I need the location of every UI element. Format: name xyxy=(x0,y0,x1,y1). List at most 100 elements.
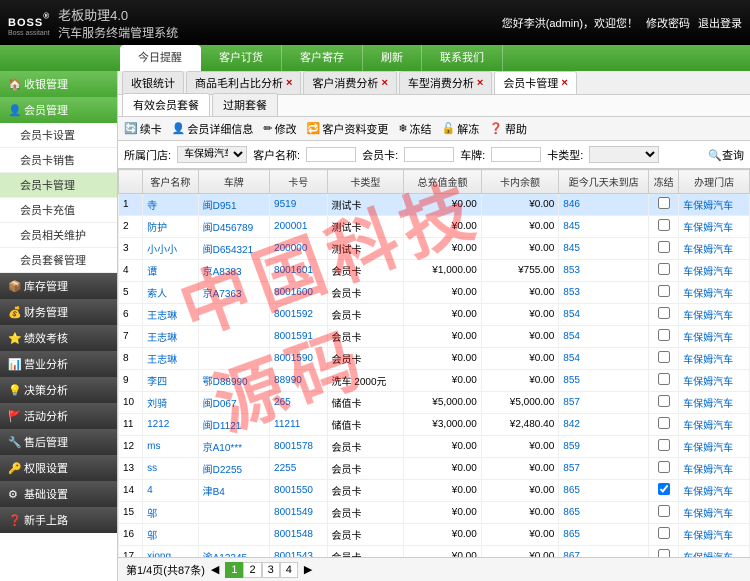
freeze-checkbox[interactable] xyxy=(658,285,670,297)
sel-store[interactable]: 车保姆汽车 xyxy=(177,146,247,163)
inp-card[interactable] xyxy=(404,147,454,162)
side-finance[interactable]: 💰财务管理 xyxy=(0,299,117,325)
pager-prev[interactable]: ◀ xyxy=(211,563,219,576)
pager-next[interactable]: ▶ xyxy=(304,563,312,576)
table-row[interactable]: 16邬8001548会员卡¥0.00¥0.00865车保姆汽车 xyxy=(119,524,750,546)
tb-renew[interactable]: 🔄续卡 xyxy=(124,121,162,137)
tb-freeze[interactable]: ❄冻结 xyxy=(398,121,431,137)
side-package-manage[interactable]: 会员套餐管理 xyxy=(0,248,117,273)
tb-edit[interactable]: ✏修改 xyxy=(263,121,296,137)
col-header[interactable]: 客户名称 xyxy=(143,170,198,194)
freeze-checkbox[interactable] xyxy=(658,395,670,407)
table-row[interactable]: 9李四鄂D8899088990洗车 2000元¥0.00¥0.00855车保姆汽… xyxy=(119,370,750,392)
table-row[interactable]: 12ms京A10***8001578会员卡¥0.00¥0.00859车保姆汽车 xyxy=(119,436,750,458)
sel-type[interactable] xyxy=(589,146,659,163)
subtab-expired[interactable]: 过期套餐 xyxy=(212,93,278,116)
freeze-checkbox[interactable] xyxy=(658,241,670,253)
col-header[interactable]: 总充值金额 xyxy=(404,170,481,194)
col-header[interactable]: 冻结 xyxy=(649,170,679,194)
side-member[interactable]: 👤会员管理 xyxy=(0,97,117,123)
side-business[interactable]: 📊营业分析 xyxy=(0,351,117,377)
nav-order[interactable]: 客户订货 xyxy=(201,45,282,71)
inp-customer[interactable] xyxy=(306,147,356,162)
freeze-checkbox[interactable] xyxy=(658,263,670,275)
freeze-checkbox[interactable] xyxy=(658,527,670,539)
table-row[interactable]: 5索人京A73638001600会员卡¥0.00¥0.00853车保姆汽车 xyxy=(119,282,750,304)
side-member-maint[interactable]: 会员相关维护 xyxy=(0,223,117,248)
nav-today[interactable]: 今日提醒 xyxy=(120,45,201,71)
freeze-checkbox[interactable] xyxy=(658,417,670,429)
table-row[interactable]: 17xiong渝A123458001543会员卡¥0.00¥0.00867车保姆… xyxy=(119,546,750,558)
table-row[interactable]: 3小小小闽D654321200000测试卡¥0.00¥0.00845车保姆汽车 xyxy=(119,238,750,260)
side-permission[interactable]: 🔑权限设置 xyxy=(0,455,117,481)
freeze-checkbox[interactable] xyxy=(658,197,670,209)
freeze-checkbox[interactable] xyxy=(658,329,670,341)
tab-vehicle[interactable]: 车型消费分析× xyxy=(399,71,492,94)
side-performance[interactable]: ⭐绩效考核 xyxy=(0,325,117,351)
btn-query[interactable]: 🔍查询 xyxy=(708,147,744,163)
col-header[interactable] xyxy=(119,170,143,194)
logout-link[interactable]: 退出登录 xyxy=(698,15,742,31)
table-row[interactable]: 2防护闽D456789200001测试卡¥0.00¥0.00845车保姆汽车 xyxy=(119,216,750,238)
side-activity[interactable]: 🚩活动分析 xyxy=(0,403,117,429)
freeze-checkbox[interactable] xyxy=(658,439,670,451)
col-header[interactable]: 距今几天未到店 xyxy=(559,170,649,194)
col-header[interactable]: 卡内余额 xyxy=(481,170,558,194)
side-cashier[interactable]: 🏠收银管理 xyxy=(0,71,117,97)
table-row[interactable]: 6王志琳8001592会员卡¥0.00¥0.00854车保姆汽车 xyxy=(119,304,750,326)
table-row[interactable]: 13ss闽D22552255会员卡¥0.00¥0.00857车保姆汽车 xyxy=(119,458,750,480)
table-row[interactable]: 15邬8001549会员卡¥0.00¥0.00865车保姆汽车 xyxy=(119,502,750,524)
nav-refresh[interactable]: 刷新 xyxy=(363,45,422,71)
col-header[interactable]: 车牌 xyxy=(198,170,269,194)
freeze-checkbox[interactable] xyxy=(658,307,670,319)
col-header[interactable]: 卡号 xyxy=(270,170,327,194)
table-row[interactable]: 1寺闽D9519519测试卡¥0.00¥0.00846车保姆汽车 xyxy=(119,194,750,216)
freeze-checkbox[interactable] xyxy=(658,461,670,473)
side-decision[interactable]: 💡决策分析 xyxy=(0,377,117,403)
table-row[interactable]: 7王志琳8001591会员卡¥0.00¥0.00854车保姆汽车 xyxy=(119,326,750,348)
tab-card-manage[interactable]: 会员卡管理× xyxy=(494,71,576,94)
tab-customer[interactable]: 客户消费分析× xyxy=(303,71,396,94)
inp-plate[interactable] xyxy=(491,147,541,162)
tb-unfreeze[interactable]: 🔓解冻 xyxy=(442,121,480,137)
side-basic[interactable]: ⚙基础设置 xyxy=(0,481,117,507)
close-icon[interactable]: × xyxy=(561,77,567,89)
page-button[interactable]: 2 xyxy=(243,562,261,578)
tb-change[interactable]: 🔁客户资料变更 xyxy=(307,121,389,137)
page-button[interactable]: 1 xyxy=(225,562,243,578)
freeze-checkbox[interactable] xyxy=(658,483,670,495)
side-card-sale[interactable]: 会员卡销售 xyxy=(0,148,117,173)
col-header[interactable]: 卡类型 xyxy=(327,170,404,194)
table-row[interactable]: 10刘骑闽D067265储值卡¥5,000.00¥5,000.00857车保姆汽… xyxy=(119,392,750,414)
close-icon[interactable]: × xyxy=(477,77,483,89)
side-newbie[interactable]: ❓新手上路 xyxy=(0,507,117,533)
subtab-valid[interactable]: 有效会员套餐 xyxy=(122,93,210,116)
freeze-checkbox[interactable] xyxy=(658,373,670,385)
freeze-checkbox[interactable] xyxy=(658,549,670,557)
side-aftersale[interactable]: 🔧售后管理 xyxy=(0,429,117,455)
freeze-checkbox[interactable] xyxy=(658,351,670,363)
tb-help[interactable]: ❓帮助 xyxy=(489,121,527,137)
change-password-link[interactable]: 修改密码 xyxy=(646,15,690,31)
nav-deposit[interactable]: 客户寄存 xyxy=(282,45,363,71)
freeze-checkbox[interactable] xyxy=(658,505,670,517)
data-grid[interactable]: 客户名称车牌卡号卡类型总充值金额卡内余额距今几天未到店冻结办理门店 1寺闽D95… xyxy=(118,169,750,557)
tab-cashier-stat[interactable]: 收银统计 xyxy=(122,71,184,94)
col-header[interactable]: 办理门店 xyxy=(679,170,750,194)
page-button[interactable]: 4 xyxy=(280,562,298,578)
tab-margin[interactable]: 商品毛利占比分析× xyxy=(186,71,301,94)
freeze-checkbox[interactable] xyxy=(658,219,670,231)
nav-contact[interactable]: 联系我们 xyxy=(422,45,503,71)
table-row[interactable]: 111212闽D112111211储值卡¥3,000.00¥2,480.4084… xyxy=(119,414,750,436)
table-row[interactable]: 8王志琳8001590会员卡¥0.00¥0.00854车保姆汽车 xyxy=(119,348,750,370)
close-icon[interactable]: × xyxy=(381,77,387,89)
page-button[interactable]: 3 xyxy=(262,562,280,578)
table-row[interactable]: 144津B48001550会员卡¥0.00¥0.00865车保姆汽车 xyxy=(119,480,750,502)
side-card-recharge[interactable]: 会员卡充值 xyxy=(0,198,117,223)
close-icon[interactable]: × xyxy=(286,77,292,89)
side-card-manage[interactable]: 会员卡管理 xyxy=(0,173,117,198)
tb-detail[interactable]: 👤会员详细信息 xyxy=(172,121,254,137)
side-inventory[interactable]: 📦库存管理 xyxy=(0,273,117,299)
table-row[interactable]: 4谭京A83838001601会员卡¥1,000.00¥755.00853车保姆… xyxy=(119,260,750,282)
side-card-setting[interactable]: 会员卡设置 xyxy=(0,123,117,148)
